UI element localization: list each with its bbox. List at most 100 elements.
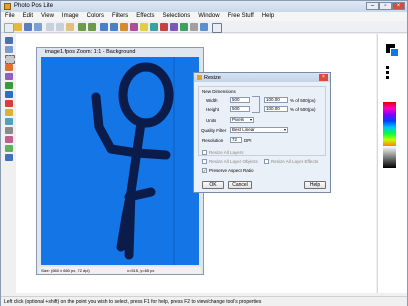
rect-select-icon[interactable] [5, 55, 15, 64]
resize-all-objects-label: Resize All Layer Objects [209, 159, 258, 164]
zoom-in-icon[interactable] [100, 23, 108, 31]
width-label: Width [206, 98, 218, 103]
height-label: Height [206, 107, 220, 112]
close-button[interactable]: × [392, 2, 405, 10]
eraser-tool-icon[interactable] [5, 100, 13, 107]
flip-icon[interactable] [130, 23, 138, 31]
image-status-bar: Size: (660 x 660 px, 72 dpi) x=515, y=65… [39, 267, 201, 274]
height-input[interactable]: 500 [230, 106, 250, 112]
color-panel [377, 34, 407, 293]
title-bar: Photo Pos Lite – ▫ × [1, 1, 407, 12]
zoom-out-icon[interactable] [110, 23, 118, 31]
new-icon[interactable] [4, 23, 14, 33]
save-icon[interactable] [24, 23, 32, 31]
resize-all-layers-label: Resize All Layers [209, 150, 244, 155]
rotate-icon[interactable] [120, 23, 128, 31]
help-icon[interactable] [200, 23, 208, 31]
clone-tool-icon[interactable] [5, 127, 13, 134]
undo-icon[interactable] [78, 23, 86, 31]
eyedropper-icon[interactable] [5, 154, 13, 161]
menu-window[interactable]: Window [194, 12, 223, 19]
group-label: New Dimensions [202, 89, 236, 94]
default-colors-icon[interactable] [386, 66, 389, 69]
resize-all-layers-checkbox[interactable] [202, 150, 207, 155]
stick-figure-drawing [91, 57, 175, 265]
ok-button[interactable]: OK [202, 181, 224, 189]
brush-tool-icon[interactable] [5, 82, 13, 89]
app-title: Photo Pos Lite [14, 3, 54, 9]
aspect-link-icon [252, 96, 260, 113]
print-icon[interactable] [34, 23, 42, 31]
width-input[interactable]: 500 [230, 97, 250, 103]
copy-icon[interactable] [56, 23, 64, 31]
shape-tool-icon[interactable] [5, 145, 13, 152]
quality-filter-label: Quality Filter [201, 128, 227, 133]
resize-all-objects-checkbox[interactable] [202, 159, 207, 164]
redo-icon[interactable] [88, 23, 96, 31]
preserve-aspect-label: Preserve Aspect Ratio [209, 168, 254, 173]
help-button[interactable]: Help [304, 181, 326, 189]
resize-dialog: Resize × New Dimensions Width 500 100.00… [193, 72, 331, 193]
swap-colors-icon[interactable] [386, 71, 389, 74]
menu-selections[interactable]: Selections [159, 12, 195, 19]
menu-filters[interactable]: Filters [108, 12, 132, 19]
menu-file[interactable]: File [1, 12, 19, 19]
image-window-title: image1.fpos Zoom: 1:1 - Background [45, 49, 136, 55]
gradient-tool-icon[interactable] [5, 118, 13, 125]
quality-filter-select[interactable]: Best Linear [230, 127, 288, 133]
red-eye-icon[interactable] [160, 23, 168, 31]
status-bar: Left click (optional +shift) on the poin… [1, 296, 407, 306]
menu-edit[interactable]: Edit [19, 12, 37, 19]
cursor-position-readout: x=515, y=65 px [127, 268, 155, 273]
select-tool-icon[interactable] [5, 46, 13, 53]
open-icon[interactable] [14, 23, 22, 31]
width-percent-input[interactable]: 100.00 [264, 97, 288, 103]
pencil-tool-icon[interactable] [5, 91, 13, 98]
minimize-button[interactable]: – [366, 2, 379, 10]
maximize-button[interactable]: ▫ [379, 2, 392, 10]
crop-icon[interactable] [150, 23, 158, 31]
height-percent-label: % of 500(px) [290, 107, 316, 112]
app-icon [4, 3, 11, 10]
resize-all-effects-label: Resize All Layer Effects [271, 159, 319, 164]
effects-icon[interactable] [170, 23, 178, 31]
resolution-input[interactable]: 72 [230, 137, 242, 143]
quality-chevron-down-icon: ▾ [284, 127, 287, 132]
settings-icon[interactable] [190, 23, 198, 31]
menu-free-stuff[interactable]: Free Stuff [224, 12, 258, 19]
menu-help[interactable]: Help [258, 12, 278, 19]
image-canvas[interactable] [41, 57, 199, 265]
toolbar [1, 21, 407, 33]
pointer-tool-icon[interactable] [5, 64, 13, 71]
grayscale-spectrum[interactable] [383, 146, 396, 168]
resize-all-effects-checkbox[interactable] [264, 159, 269, 164]
no-color-icon[interactable] [386, 76, 389, 79]
dialog-title-bar: Resize × [194, 73, 330, 82]
window-icon[interactable] [212, 23, 222, 33]
height-percent-input[interactable]: 100.00 [264, 106, 288, 112]
fill-tool-icon[interactable] [5, 109, 13, 116]
paste-icon[interactable] [66, 23, 74, 31]
background-color-swatch[interactable] [390, 48, 399, 57]
tools-panel [3, 37, 15, 297]
status-text: Left click (optional +shift) on the poin… [4, 299, 262, 305]
color-spectrum[interactable] [383, 102, 396, 146]
menu-image[interactable]: Image [58, 12, 83, 19]
brightness-icon[interactable] [140, 23, 148, 31]
preserve-aspect-checkbox[interactable]: ✓ [202, 168, 207, 173]
cut-icon[interactable] [46, 23, 54, 31]
cancel-button[interactable]: Cancel [228, 181, 252, 189]
menu-colors[interactable]: Colors [83, 12, 108, 19]
magic-wand-icon[interactable] [5, 73, 13, 80]
text-tool-icon[interactable] [5, 136, 13, 143]
menu-effects[interactable]: Effects [132, 12, 158, 19]
dialog-close-button[interactable]: × [319, 74, 328, 81]
width-percent-label: % of 500(px) [290, 98, 316, 103]
move-tool-icon[interactable] [5, 37, 13, 44]
image-window: image1.fpos Zoom: 1:1 - Background Size:… [36, 47, 204, 275]
dialog-app-icon [197, 75, 202, 80]
menu-view[interactable]: View [37, 12, 58, 19]
dialog-title: Resize [204, 75, 221, 81]
layers-icon[interactable] [180, 23, 188, 31]
resolution-unit: DPI [244, 138, 252, 143]
